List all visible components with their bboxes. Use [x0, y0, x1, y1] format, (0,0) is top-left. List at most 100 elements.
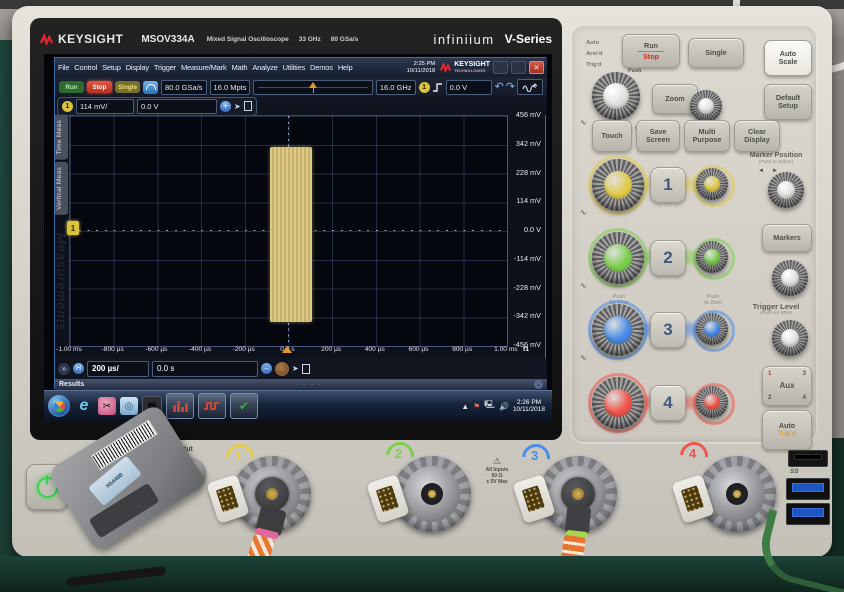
sample-rate-field[interactable]: 80.0 GSa/s — [161, 80, 207, 95]
window-icon[interactable] — [302, 364, 310, 374]
maximize-button[interactable] — [511, 61, 526, 74]
aux-corner-4: 4 — [803, 394, 806, 402]
expander-icon[interactable]: » — [58, 363, 70, 375]
trigger-position-marker[interactable] — [282, 346, 292, 353]
channel1-badge[interactable]: 1 — [62, 101, 73, 112]
channel1-offset-field[interactable]: 0.0 V — [137, 99, 217, 114]
run-stop-button[interactable]: Run Stop — [622, 34, 680, 68]
time-tick-label: 400 µs — [355, 346, 395, 353]
channel2-offset-knob[interactable] — [696, 241, 728, 273]
auto-trig-button[interactable]: Auto Trig'd — [762, 410, 812, 450]
system-tray: ▲ ⚑ 🖳 🔊 2:26 PM 10/11/2018 — [461, 399, 548, 414]
taskbar-date: 10/11/2018 — [513, 406, 545, 414]
clear-display-button[interactable]: Clear Display — [734, 120, 780, 152]
menu-item[interactable]: Display — [126, 63, 149, 72]
aux-button[interactable]: 1 3 2 4 Aux — [762, 366, 812, 406]
position-field[interactable]: 0.0 s — [152, 361, 258, 377]
side-tab[interactable]: Time Meas — [55, 115, 68, 160]
default-setup-button[interactable]: Default Setup — [764, 84, 812, 120]
menu-item[interactable]: Setup — [102, 63, 121, 72]
side-tab[interactable]: Vertical Meas — [55, 162, 68, 215]
keysight-spark-icon — [40, 33, 53, 46]
taskbar-clock[interactable]: 2:26 PM 10/11/2018 — [513, 399, 548, 414]
horizontal-badge[interactable]: H — [73, 363, 84, 374]
trigger-level-knob[interactable] — [772, 320, 808, 356]
channel1-scale-field[interactable]: 114 mV/ — [76, 99, 134, 114]
redo-icon[interactable]: ↷ — [506, 81, 514, 93]
analyzer-app-icon[interactable] — [166, 393, 194, 419]
volume-icon[interactable]: 🔊 — [499, 402, 509, 411]
horizontal-position-knob[interactable] — [690, 90, 722, 122]
channel4-scale-knob[interactable] — [592, 377, 644, 429]
marker2-knob[interactable] — [772, 260, 808, 296]
channel1-offset-knob[interactable] — [696, 168, 728, 200]
trigger-level-field[interactable]: 0.0 V — [446, 80, 492, 95]
horizontal-scale-knob[interactable] — [592, 72, 640, 120]
display-tray-icon[interactable]: 🖳 — [484, 399, 495, 413]
bandwidth-field[interactable]: 16.0 GHz — [376, 80, 416, 95]
channel1-scale-knob[interactable] — [592, 159, 644, 211]
channel4-button[interactable]: 4 — [650, 385, 686, 421]
waveform-app-icon[interactable] — [198, 393, 226, 419]
menu-item[interactable]: Math — [232, 63, 248, 72]
channel3-scale-knob[interactable] — [592, 304, 644, 356]
channel-adjust-icon[interactable]: ✛ — [220, 101, 231, 112]
menu-item[interactable]: Control — [74, 63, 97, 72]
channel4-offset-knob[interactable] — [696, 386, 728, 418]
channel1-offset-marker[interactable]: 1 — [67, 221, 79, 235]
memory-depth-field[interactable]: 16.0 Mpts — [210, 80, 251, 95]
save-screen-button[interactable]: Save Screen — [636, 120, 680, 152]
dial-icon[interactable] — [275, 362, 289, 376]
acquisition-position-bar[interactable] — [253, 80, 372, 95]
menu-item[interactable]: File — [58, 63, 69, 72]
checkmark-app-icon[interactable]: ✔ — [230, 393, 258, 419]
menu-item[interactable]: Measure/Mark — [181, 63, 227, 72]
auto-scale-button[interactable]: Auto Scale — [764, 40, 812, 76]
touch-button[interactable]: Touch — [592, 120, 632, 152]
touch-toggle-icon[interactable] — [143, 81, 158, 94]
single-button[interactable]: Single — [688, 38, 744, 68]
results-bar[interactable]: Results · · · · ⌄ — [55, 379, 547, 390]
oscilloscope-photo: KEYSIGHT MSOV334A Mixed Signal Oscillosc… — [0, 0, 844, 592]
marker1-knob[interactable] — [768, 172, 804, 208]
trigger-level-sub: (Push for 50%) — [744, 311, 808, 316]
waveform-tool-icon[interactable] — [517, 79, 543, 95]
menu-item[interactable]: Demos — [310, 63, 333, 72]
channel2-scale-knob[interactable] — [592, 232, 644, 284]
squiggle-mark: ∿ — [580, 208, 587, 217]
menu-item[interactable]: Trigger — [154, 63, 176, 72]
internet-explorer-icon[interactable]: e — [74, 397, 94, 415]
expand-icon[interactable]: ➤ — [292, 364, 299, 373]
tray-expander-icon[interactable]: ▲ — [461, 402, 469, 411]
multi-purpose-button[interactable]: Multi Purpose — [684, 120, 730, 152]
media-app-icon[interactable]: ✂ — [98, 397, 116, 415]
menu-item[interactable]: Utilities — [283, 63, 305, 72]
single-button[interactable]: Single — [115, 81, 140, 93]
trigger-edge-icon — [433, 81, 443, 93]
graticule[interactable]: 1 — [69, 115, 508, 347]
expand-icon[interactable]: ➤ — [234, 102, 241, 111]
lcd-screen: File Control Setup Display Trigger Measure/Ma… — [44, 54, 552, 421]
trigger-source-badge[interactable]: 1 — [419, 82, 430, 93]
markers-button[interactable]: Markers — [762, 224, 812, 252]
input-warning-label: ⚠ All Inputs50 Ω± 5V Max — [474, 456, 520, 485]
start-button[interactable] — [48, 395, 70, 417]
menu-item[interactable]: Help — [338, 63, 353, 72]
menu-item[interactable]: Analyze — [252, 63, 277, 72]
window-icon[interactable] — [244, 101, 252, 111]
pan-icon[interactable]: ↔ — [261, 363, 272, 374]
timebase-field[interactable]: 200 µs/ — [87, 361, 149, 377]
run-button[interactable]: Run — [59, 81, 84, 93]
minimize-button[interactable] — [493, 61, 508, 74]
action-center-flag-icon[interactable]: ⚑ — [473, 402, 480, 411]
auto-label: Auto — [779, 422, 795, 430]
channel3-offset-knob[interactable] — [696, 313, 728, 345]
channel1-button[interactable]: 1 — [650, 167, 686, 203]
channel2-button[interactable]: 2 — [650, 240, 686, 276]
collapse-chevron-icon[interactable]: ⌄ — [534, 380, 543, 389]
close-button[interactable]: ✕ — [529, 61, 544, 74]
documents-app-icon[interactable]: ◎ — [120, 397, 138, 415]
undo-icon[interactable]: ↶ — [495, 81, 503, 93]
stop-button[interactable]: Stop — [87, 81, 112, 93]
channel3-button[interactable]: 3 — [650, 312, 686, 348]
